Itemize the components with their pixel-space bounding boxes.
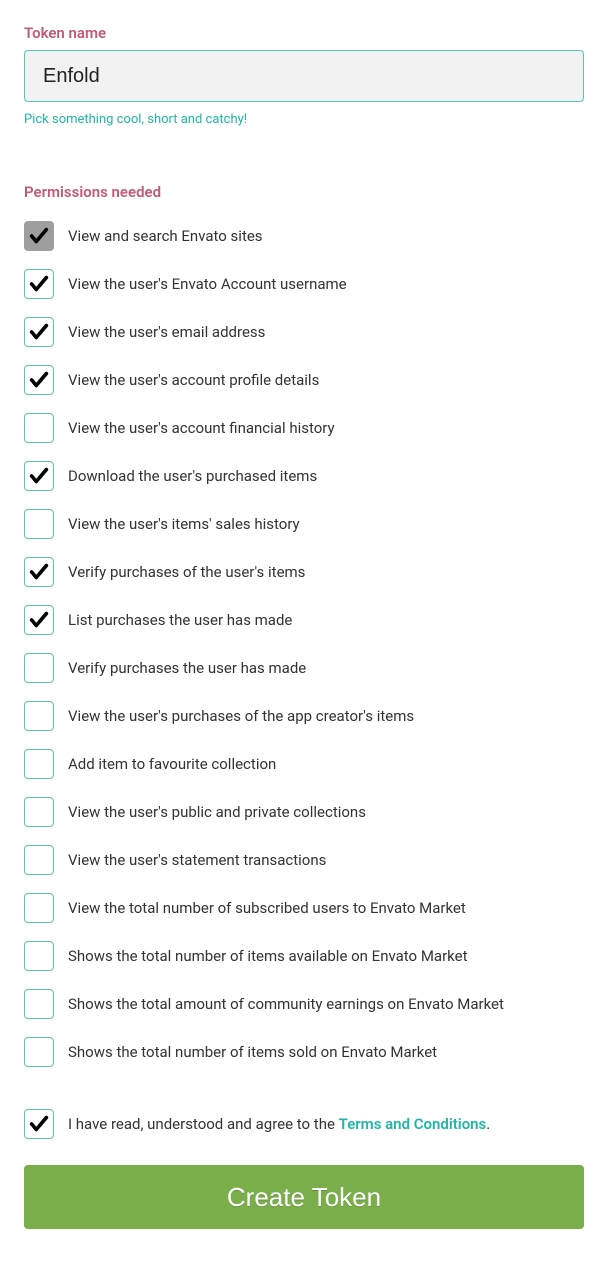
permission-label: View the user's public and private colle…: [68, 803, 366, 821]
permission-label: View and search Envato sites: [68, 227, 263, 245]
permission-label: View the user's account financial histor…: [68, 419, 335, 437]
permission-label: Download the user's purchased items: [68, 467, 317, 485]
token-name-label: Token name: [24, 24, 584, 42]
permission-label: View the user's Envato Account username: [68, 275, 347, 293]
permission-label: Shows the total amount of community earn…: [68, 995, 504, 1013]
permission-row: View the user's statement transactions: [24, 845, 584, 875]
permission-label: Shows the total number of items availabl…: [68, 947, 468, 965]
permission-label: View the user's account profile details: [68, 371, 319, 389]
permission-label: Add item to favourite collection: [68, 755, 276, 773]
permission-row: View the user's items' sales history: [24, 509, 584, 539]
terms-suffix: .: [486, 1115, 490, 1133]
permissions-list: View and search Envato sites View the use…: [24, 221, 584, 1067]
terms-row: I have read, understood and agree to the…: [24, 1109, 584, 1139]
token-name-input[interactable]: [24, 50, 584, 102]
permission-row: Verify purchases of the user's items: [24, 557, 584, 587]
permission-row: List purchases the user has made: [24, 605, 584, 635]
permission-label: View the user's email address: [68, 323, 265, 341]
permission-row: View the user's purchases of the app cre…: [24, 701, 584, 731]
permission-row: View the user's account profile details: [24, 365, 584, 395]
permission-label: List purchases the user has made: [68, 611, 292, 629]
permission-label: View the total number of subscribed user…: [68, 899, 466, 917]
permission-label: Verify purchases the user has made: [68, 659, 306, 677]
terms-text: I have read, understood and agree to the…: [68, 1115, 490, 1133]
permission-row: Shows the total number of items sold on …: [24, 1037, 584, 1067]
permission-label: Shows the total number of items sold on …: [68, 1043, 437, 1061]
terms-prefix: I have read, understood and agree to the: [68, 1115, 339, 1133]
permission-label: View the user's purchases of the app cre…: [68, 707, 414, 725]
permission-row: View the user's public and private colle…: [24, 797, 584, 827]
terms-link[interactable]: Terms and Conditions: [339, 1115, 487, 1133]
permission-label: View the user's statement transactions: [68, 851, 326, 869]
permission-label: Verify purchases of the user's items: [68, 563, 305, 581]
token-name-helper: Pick something cool, short and catchy!: [24, 112, 584, 127]
permission-row: Download the user's purchased items: [24, 461, 584, 491]
permission-row: View and search Envato sites: [24, 221, 584, 251]
permission-label: View the user's items' sales history: [68, 515, 300, 533]
permission-row: Add item to favourite collection: [24, 749, 584, 779]
permission-row: Verify purchases the user has made: [24, 653, 584, 683]
permission-row: View the user's email address: [24, 317, 584, 347]
create-token-button[interactable]: Create Token: [24, 1165, 584, 1229]
permission-row: View the user's account financial histor…: [24, 413, 584, 443]
permissions-label: Permissions needed: [24, 183, 584, 201]
permission-row: Shows the total amount of community earn…: [24, 989, 584, 1019]
permission-row: View the total number of subscribed user…: [24, 893, 584, 923]
permission-row: Shows the total number of items availabl…: [24, 941, 584, 971]
permission-row: View the user's Envato Account username: [24, 269, 584, 299]
